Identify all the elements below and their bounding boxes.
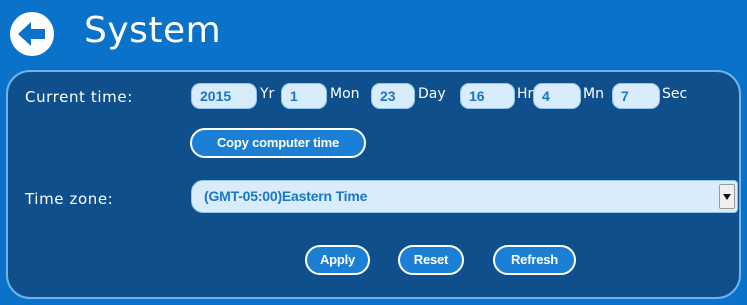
year-input[interactable] bbox=[191, 83, 257, 109]
header: System bbox=[0, 0, 747, 68]
current-time-label: Current time: bbox=[25, 88, 133, 106]
second-unit-label: Sec bbox=[662, 86, 688, 102]
copy-computer-time-button[interactable]: Copy computer time bbox=[190, 128, 366, 158]
time-zone-label: Time zone: bbox=[25, 190, 114, 208]
time-zone-select[interactable]: (GMT-05:00)Eastern Time bbox=[191, 180, 738, 213]
chevron-down-icon bbox=[723, 194, 731, 200]
minute-unit-label: Mn bbox=[583, 86, 604, 102]
time-zone-selected-value: (GMT-05:00)Eastern Time bbox=[204, 188, 368, 204]
minute-input[interactable] bbox=[533, 83, 581, 109]
month-unit-label: Mon bbox=[330, 86, 360, 102]
day-input[interactable] bbox=[371, 83, 415, 109]
page-title: System bbox=[84, 10, 222, 51]
back-arrow-icon bbox=[18, 22, 45, 46]
day-unit-label: Day bbox=[418, 86, 446, 102]
back-button[interactable] bbox=[10, 12, 54, 56]
hour-unit-label: Hr bbox=[517, 86, 534, 102]
dropdown-button[interactable] bbox=[719, 184, 735, 209]
month-input[interactable] bbox=[281, 83, 327, 109]
reset-button[interactable]: Reset bbox=[398, 245, 464, 275]
refresh-button[interactable]: Refresh bbox=[493, 245, 576, 275]
hour-input[interactable] bbox=[460, 83, 515, 109]
year-unit-label: Yr bbox=[260, 86, 275, 102]
second-input[interactable] bbox=[612, 83, 660, 109]
apply-button[interactable]: Apply bbox=[305, 245, 370, 275]
